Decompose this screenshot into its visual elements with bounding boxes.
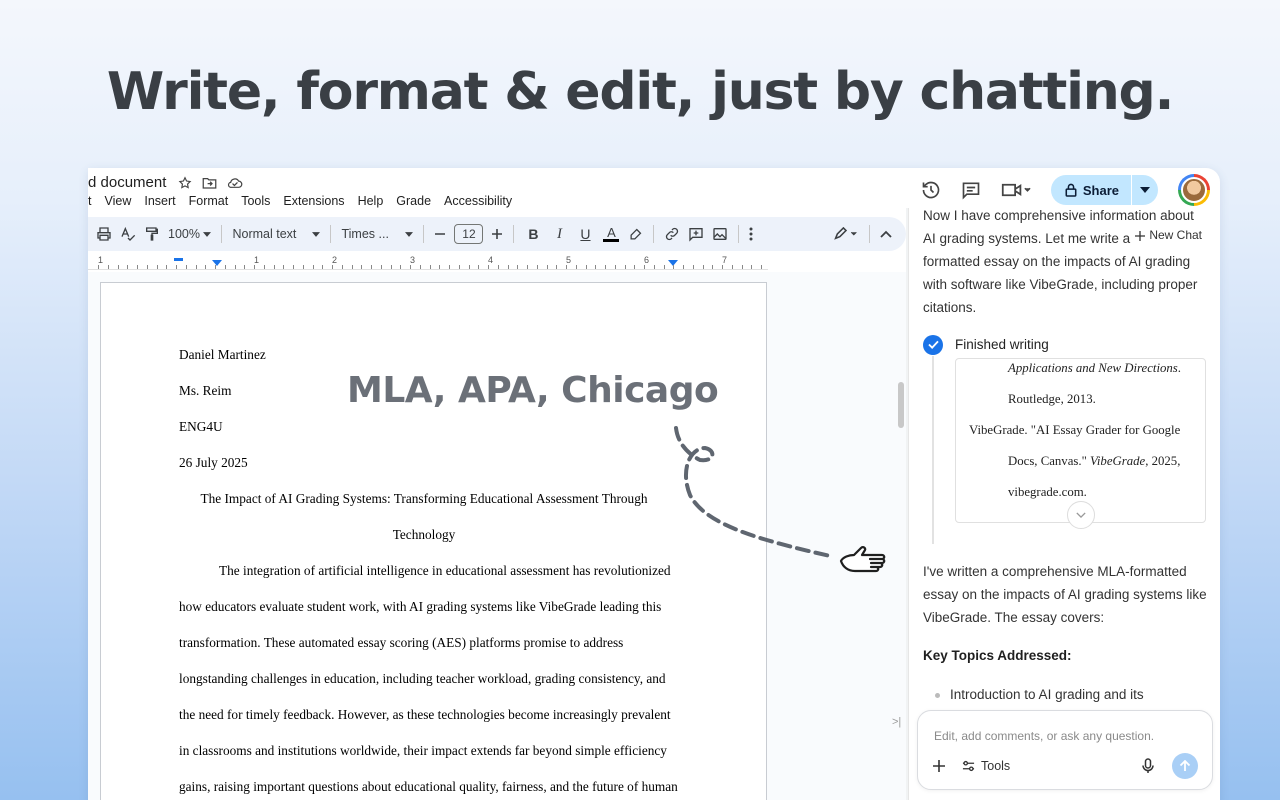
pointing-hand-icon — [839, 546, 886, 573]
callout-arrow — [674, 426, 832, 558]
collapse-panel-icon[interactable]: >| — [892, 716, 901, 728]
